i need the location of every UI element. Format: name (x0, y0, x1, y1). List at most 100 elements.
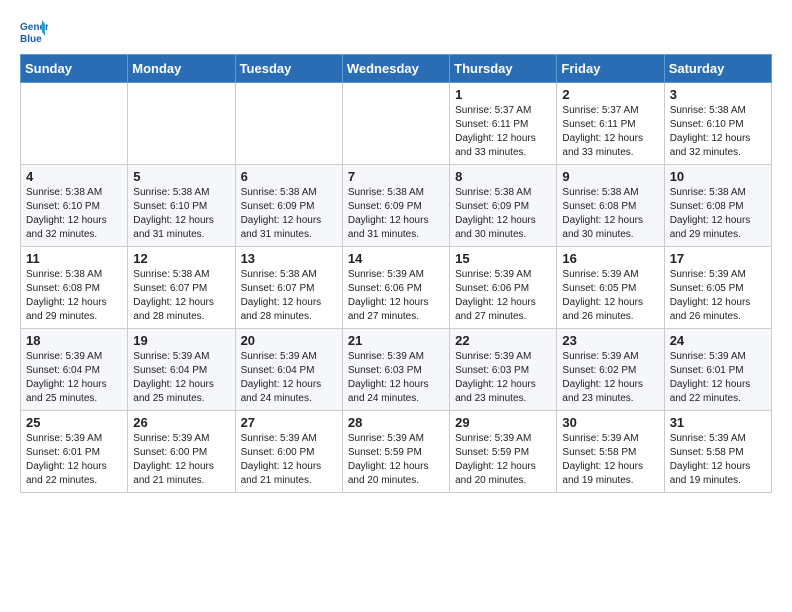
calendar-cell: 1 Sunrise: 5:37 AM Sunset: 6:11 PM Daylig… (450, 83, 557, 165)
day-number: 11 (26, 251, 122, 266)
cell-info: Sunrise: 5:38 AM Sunset: 6:07 PM Dayligh… (133, 269, 214, 322)
calendar-cell: 13 Sunrise: 5:38 AM Sunset: 6:07 PM Dayli… (235, 247, 342, 329)
cell-info: Sunrise: 5:38 AM Sunset: 6:09 PM Dayligh… (241, 187, 322, 240)
day-number: 17 (670, 251, 766, 266)
day-header-saturday: Saturday (664, 55, 771, 83)
cell-info: Sunrise: 5:39 AM Sunset: 6:02 PM Dayligh… (562, 351, 643, 404)
day-header-friday: Friday (557, 55, 664, 83)
day-number: 18 (26, 333, 122, 348)
cell-info: Sunrise: 5:39 AM Sunset: 6:04 PM Dayligh… (241, 351, 322, 404)
cell-info: Sunrise: 5:38 AM Sunset: 6:07 PM Dayligh… (241, 269, 322, 322)
calendar-cell: 7 Sunrise: 5:38 AM Sunset: 6:09 PM Daylig… (342, 165, 449, 247)
day-number: 22 (455, 333, 551, 348)
day-number: 21 (348, 333, 444, 348)
calendar-cell: 28 Sunrise: 5:39 AM Sunset: 5:59 PM Dayli… (342, 411, 449, 493)
calendar-table: SundayMondayTuesdayWednesdayThursdayFrid… (20, 54, 772, 493)
day-number: 27 (241, 415, 337, 430)
cell-info: Sunrise: 5:39 AM Sunset: 6:04 PM Dayligh… (26, 351, 107, 404)
calendar-cell (342, 83, 449, 165)
cell-info: Sunrise: 5:39 AM Sunset: 5:59 PM Dayligh… (348, 433, 429, 486)
cell-info: Sunrise: 5:38 AM Sunset: 6:08 PM Dayligh… (26, 269, 107, 322)
calendar-cell: 16 Sunrise: 5:39 AM Sunset: 6:05 PM Dayli… (557, 247, 664, 329)
calendar-cell: 14 Sunrise: 5:39 AM Sunset: 6:06 PM Dayli… (342, 247, 449, 329)
day-number: 26 (133, 415, 229, 430)
cell-info: Sunrise: 5:39 AM Sunset: 6:01 PM Dayligh… (26, 433, 107, 486)
cell-info: Sunrise: 5:39 AM Sunset: 6:00 PM Dayligh… (133, 433, 214, 486)
calendar-cell: 12 Sunrise: 5:38 AM Sunset: 6:07 PM Dayli… (128, 247, 235, 329)
calendar-cell: 31 Sunrise: 5:39 AM Sunset: 5:58 PM Dayli… (664, 411, 771, 493)
cell-info: Sunrise: 5:39 AM Sunset: 6:01 PM Dayligh… (670, 351, 751, 404)
calendar-cell (21, 83, 128, 165)
day-number: 6 (241, 169, 337, 184)
svg-text:Blue: Blue (20, 34, 42, 45)
calendar-cell: 20Sunrise: 5:39 AM Sunset: 6:04 PM Dayli… (235, 329, 342, 411)
calendar-cell: 2 Sunrise: 5:37 AM Sunset: 6:11 PM Daylig… (557, 83, 664, 165)
calendar-cell: 18 Sunrise: 5:39 AM Sunset: 6:04 PM Dayli… (21, 329, 128, 411)
day-number: 9 (562, 169, 658, 184)
day-number: 24 (670, 333, 766, 348)
day-number: 28 (348, 415, 444, 430)
calendar-cell: 21 Sunrise: 5:39 AM Sunset: 6:03 PM Dayli… (342, 329, 449, 411)
calendar-cell: 5 Sunrise: 5:38 AM Sunset: 6:10 PM Daylig… (128, 165, 235, 247)
calendar-cell: 26 Sunrise: 5:39 AM Sunset: 6:00 PM Dayli… (128, 411, 235, 493)
day-number: 12 (133, 251, 229, 266)
cell-info: Sunrise: 5:39 AM Sunset: 6:05 PM Dayligh… (562, 269, 643, 322)
day-header-thursday: Thursday (450, 55, 557, 83)
calendar-cell: 11 Sunrise: 5:38 AM Sunset: 6:08 PM Dayli… (21, 247, 128, 329)
cell-info: Sunrise: 5:39 AM Sunset: 5:59 PM Dayligh… (455, 433, 536, 486)
logo-icon: General Blue (20, 18, 48, 46)
day-number: 19 (133, 333, 229, 348)
cell-info: Sunrise: 5:39 AM Sunset: 5:58 PM Dayligh… (562, 433, 643, 486)
calendar-cell: 17 Sunrise: 5:39 AM Sunset: 6:05 PM Dayli… (664, 247, 771, 329)
day-number: 2 (562, 87, 658, 102)
day-number: 23 (562, 333, 658, 348)
calendar-cell (235, 83, 342, 165)
day-number: 4 (26, 169, 122, 184)
cell-info: Sunrise: 5:39 AM Sunset: 6:06 PM Dayligh… (348, 269, 429, 322)
day-number: 31 (670, 415, 766, 430)
cell-info: Sunrise: 5:39 AM Sunset: 6:06 PM Dayligh… (455, 269, 536, 322)
cell-info: Sunrise: 5:39 AM Sunset: 5:58 PM Dayligh… (670, 433, 751, 486)
cell-info: Sunrise: 5:38 AM Sunset: 6:08 PM Dayligh… (562, 187, 643, 240)
cell-info: Sunrise: 5:39 AM Sunset: 6:03 PM Dayligh… (455, 351, 536, 404)
cell-info: Sunrise: 5:37 AM Sunset: 6:11 PM Dayligh… (455, 105, 536, 158)
cell-info: Sunrise: 5:38 AM Sunset: 6:10 PM Dayligh… (133, 187, 214, 240)
calendar-cell: 22 Sunrise: 5:39 AM Sunset: 6:03 PM Dayli… (450, 329, 557, 411)
calendar-cell: 4Sunrise: 5:38 AM Sunset: 6:10 PM Daylig… (21, 165, 128, 247)
page-header: General Blue (0, 0, 792, 54)
day-number: 3 (670, 87, 766, 102)
day-number: 30 (562, 415, 658, 430)
cell-info: Sunrise: 5:39 AM Sunset: 6:03 PM Dayligh… (348, 351, 429, 404)
calendar-cell: 23 Sunrise: 5:39 AM Sunset: 6:02 PM Dayli… (557, 329, 664, 411)
cell-info: Sunrise: 5:39 AM Sunset: 6:00 PM Dayligh… (241, 433, 322, 486)
calendar-cell: 9 Sunrise: 5:38 AM Sunset: 6:08 PM Daylig… (557, 165, 664, 247)
day-number: 7 (348, 169, 444, 184)
day-number: 13 (241, 251, 337, 266)
calendar-cell: 19Sunrise: 5:39 AM Sunset: 6:04 PM Dayli… (128, 329, 235, 411)
cell-info: Sunrise: 5:38 AM Sunset: 6:08 PM Dayligh… (670, 187, 751, 240)
day-header-wednesday: Wednesday (342, 55, 449, 83)
day-number: 1 (455, 87, 551, 102)
day-number: 15 (455, 251, 551, 266)
logo: General Blue (20, 18, 52, 46)
day-number: 16 (562, 251, 658, 266)
calendar-container: SundayMondayTuesdayWednesdayThursdayFrid… (0, 54, 792, 503)
cell-info: Sunrise: 5:38 AM Sunset: 6:10 PM Dayligh… (670, 105, 751, 158)
day-number: 14 (348, 251, 444, 266)
calendar-cell: 27 Sunrise: 5:39 AM Sunset: 6:00 PM Dayli… (235, 411, 342, 493)
cell-info: Sunrise: 5:38 AM Sunset: 6:09 PM Dayligh… (348, 187, 429, 240)
day-number: 25 (26, 415, 122, 430)
day-number: 5 (133, 169, 229, 184)
cell-info: Sunrise: 5:39 AM Sunset: 6:05 PM Dayligh… (670, 269, 751, 322)
calendar-cell: 30 Sunrise: 5:39 AM Sunset: 5:58 PM Dayli… (557, 411, 664, 493)
day-number: 8 (455, 169, 551, 184)
day-number: 29 (455, 415, 551, 430)
calendar-cell: 3 Sunrise: 5:38 AM Sunset: 6:10 PM Daylig… (664, 83, 771, 165)
day-header-sunday: Sunday (21, 55, 128, 83)
day-number: 10 (670, 169, 766, 184)
day-header-tuesday: Tuesday (235, 55, 342, 83)
calendar-cell: 10 Sunrise: 5:38 AM Sunset: 6:08 PM Dayli… (664, 165, 771, 247)
day-header-monday: Monday (128, 55, 235, 83)
calendar-cell (128, 83, 235, 165)
cell-info: Sunrise: 5:37 AM Sunset: 6:11 PM Dayligh… (562, 105, 643, 158)
